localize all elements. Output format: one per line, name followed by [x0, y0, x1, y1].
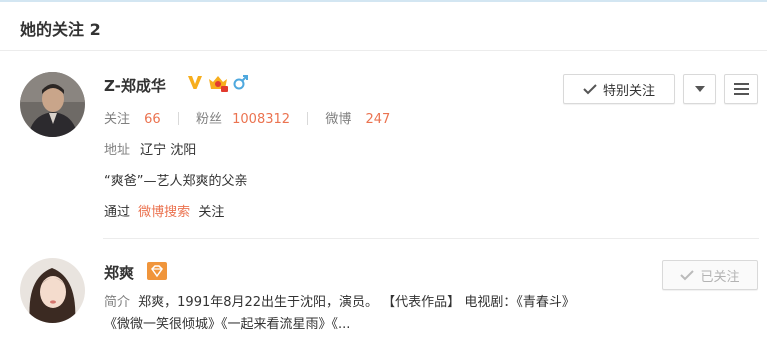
- male-gender-icon: [233, 75, 248, 90]
- caret-down-icon: [694, 86, 705, 92]
- more-dropdown-button[interactable]: [683, 74, 716, 104]
- check-icon: [680, 269, 695, 281]
- address-label: 地址: [104, 143, 131, 158]
- stat-divider: [177, 112, 179, 125]
- diamond-member-icon: [147, 262, 167, 280]
- followed-button[interactable]: 已关注: [662, 260, 758, 290]
- follow-label: 关注: [104, 112, 131, 127]
- check-icon: [583, 83, 597, 95]
- avatar-photo: [20, 258, 85, 323]
- user-1-name[interactable]: Z-郑成华: [104, 75, 166, 96]
- top-border: [0, 0, 767, 2]
- page-title: 她的关注 2: [20, 20, 101, 39]
- user-2-name[interactable]: 郑爽: [104, 262, 134, 283]
- via-suffix: 关注: [198, 205, 225, 220]
- special-follow-label: 特别关注: [602, 83, 655, 99]
- hamburger-menu-icon: [733, 83, 749, 95]
- vip-crown-icon: [209, 76, 228, 92]
- followed-label: 已关注: [700, 269, 740, 285]
- menu-button[interactable]: [724, 74, 758, 104]
- follow-count[interactable]: 66: [144, 112, 161, 127]
- user-1-stats: 关注 66 粉丝 1008312 微博 247: [104, 108, 390, 127]
- address-value: 辽宁 沈阳: [140, 143, 197, 158]
- intro-text: 郑爽，1991年8月22出生于沈阳，演员。 【代表作品】 电视剧：《青春斗》《微…: [104, 295, 569, 332]
- weibo-search-link[interactable]: 微博搜索: [138, 205, 190, 220]
- user-2-intro: 简介 郑爽，1991年8月22出生于沈阳，演员。 【代表作品】 电视剧：《青春斗…: [104, 292, 574, 336]
- special-follow-button[interactable]: 特别关注: [563, 74, 675, 104]
- via-prefix: 通过: [104, 205, 131, 220]
- verified-v-icon: [188, 76, 202, 89]
- user-1-address: 地址 辽宁 沈阳: [104, 139, 196, 158]
- fans-count[interactable]: 1008312: [232, 112, 290, 127]
- avatar-photo: [20, 72, 85, 137]
- user-1-follow-source: 通过 微博搜索 关注: [104, 201, 224, 220]
- row-divider: [103, 238, 759, 239]
- avatar-user-1[interactable]: [20, 72, 85, 137]
- fans-label: 粉丝: [195, 112, 222, 127]
- weibo-count[interactable]: 247: [365, 112, 390, 127]
- user-1-bio: “爽爸”—艺人郑爽的父亲: [104, 174, 248, 189]
- weibo-label: 微博: [325, 112, 352, 127]
- avatar-user-2[interactable]: [20, 258, 85, 323]
- stat-divider: [307, 112, 309, 125]
- intro-label: 简介: [104, 295, 131, 310]
- header-divider: [0, 50, 767, 51]
